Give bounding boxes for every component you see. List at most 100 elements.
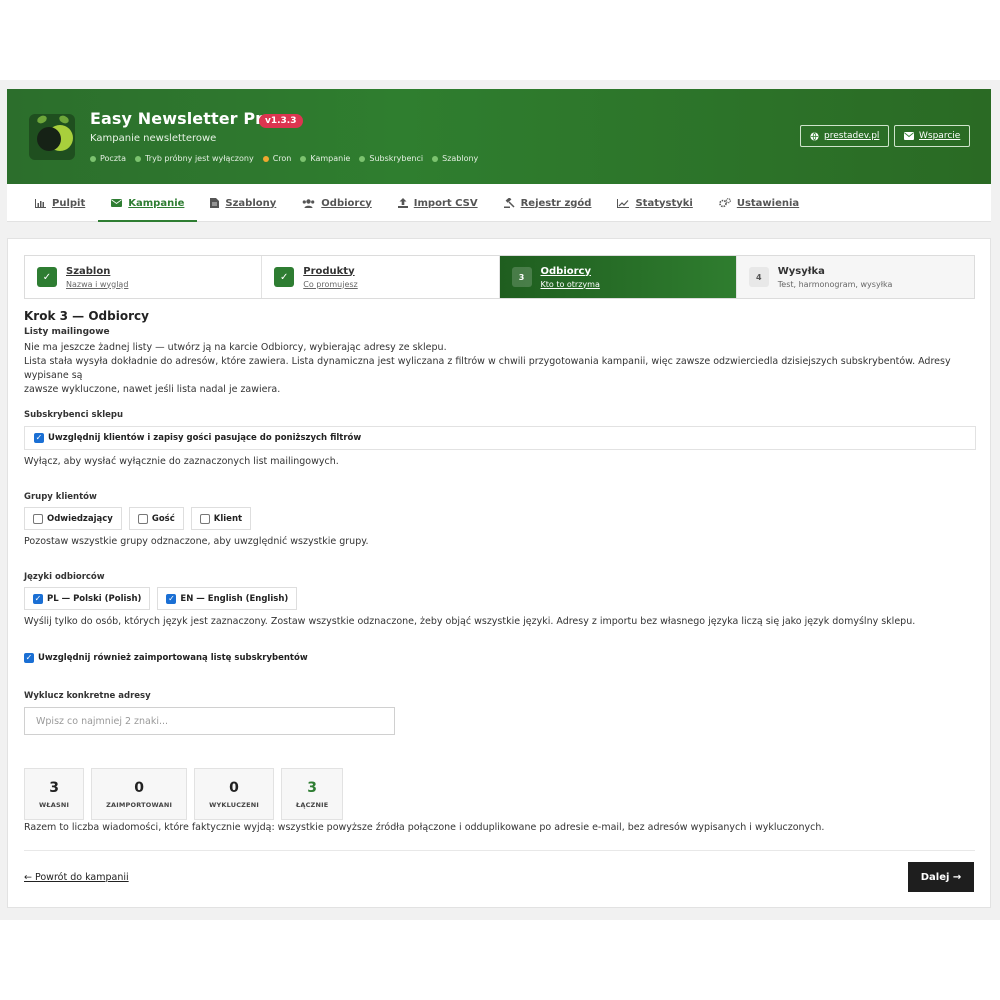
nav-item-ustawienia[interactable]: Ustawienia (706, 184, 812, 222)
step-subtitle: Co promujesz (303, 279, 358, 289)
stat-label: ŁĄCZNIE (295, 800, 329, 809)
wizard-stepper: ✓ Szablon Nazwa i wygląd ✓ Produkty Co p… (24, 255, 975, 299)
nav-item-kampanie[interactable]: Kampanie (98, 184, 198, 222)
globe-icon (810, 131, 819, 141)
recipient-stats: 3 WŁASNI 0 ZAIMPORTOWANI 0 WYKLUCZENI 3 … (24, 768, 976, 820)
shop-subscribers-hint: Wyłącz, aby wysłać wyłącznie do zaznaczo… (24, 456, 339, 467)
nav-label: Import CSV (413, 197, 478, 209)
status-item: Cron (262, 154, 292, 163)
checkbox-unchecked-icon (33, 513, 43, 524)
step-subtitle: Kto to otrzyma (540, 279, 600, 289)
checkbox-label: Klient (213, 513, 243, 524)
step-title: Szablon (66, 265, 111, 277)
stat-value: 0 (229, 779, 239, 796)
status-dot-icon (90, 155, 96, 162)
step-title: Odbiorcy (540, 265, 592, 277)
lists-intro: Nie ma jeszcze żadnej listy — utwórz ją … (24, 341, 976, 397)
step-content: Krok 3 — Odbiorcy Listy mailingowe Nie m… (24, 309, 976, 833)
status-item: Szablony (432, 154, 478, 163)
intro-line: Nie ma jeszcze żadnej listy — utwórz ją … (24, 342, 447, 353)
status-label: Kampanie (310, 154, 351, 163)
status-dot-icon (262, 155, 269, 162)
nav-item-import-csv[interactable]: Import CSV (385, 184, 491, 222)
support-label: Wsparcie (919, 131, 961, 141)
app-header: Easy Newsletter Pro v1.3.3 Kampanie news… (7, 89, 991, 184)
checkbox-unchecked-icon (137, 513, 148, 524)
stat-value: 3 (49, 779, 59, 796)
site-link-label: prestadev.pl (824, 131, 880, 141)
status-item: Subskrybenci (359, 154, 423, 163)
users-icon (302, 198, 315, 208)
nav-item-pulpit[interactable]: Pulpit (22, 184, 98, 222)
check-icon: ✓ (37, 267, 57, 287)
search-placeholder: Wpisz co najmniej 2 znaki... (36, 715, 169, 727)
languages-label: Języki odbiorców (24, 572, 105, 582)
exclude-search-input[interactable]: Wpisz co najmniej 2 znaki... (24, 707, 395, 735)
status-label: Poczta (100, 154, 127, 163)
language-checkbox-pl[interactable]: ✓ PL — Polski (Polish) (24, 587, 151, 610)
status-dot-icon (135, 155, 142, 162)
checkbox-checked-icon: ✓ (33, 593, 43, 604)
shop-subscribers-checkbox[interactable]: ✓ Uwzględnij klientów i zapisy gości pas… (24, 426, 976, 450)
main-nav: Pulpit Kampanie Szablony Odbiorcy Import… (7, 184, 991, 222)
languages-hint: Wyślij tylko do osób, których język jest… (24, 616, 916, 627)
step-szablon[interactable]: ✓ Szablon Nazwa i wygląd (25, 256, 263, 298)
lists-label: Listy mailingowe (24, 327, 110, 337)
checkbox-label: Gość (151, 513, 175, 524)
groups-hint: Pozostaw wszystkie grupy odznaczone, aby… (24, 536, 369, 547)
nav-item-szablony[interactable]: Szablony (197, 184, 289, 222)
status-label: Tryb próbny jest wyłączony (145, 154, 254, 163)
nav-item-rejestr-zgod[interactable]: Rejestr zgód (491, 184, 605, 222)
imported-list-checkbox[interactable]: ✓ Uwzględnij również zaimportowaną listę… (24, 653, 976, 663)
checkbox-label: Uwzględnij klientów i zapisy gości pasuj… (48, 433, 362, 443)
app-subtitle: Kampanie newsletterowe (90, 133, 217, 144)
group-checkbox-odwiedzajacy[interactable]: Odwiedzający (24, 507, 122, 530)
envelope-icon (111, 199, 123, 207)
status-dot-icon (300, 155, 307, 162)
status-indicators: Poczta Tryb próbny jest wyłączony Cron K… (90, 154, 478, 163)
stat-excluded: 0 WYKLUCZENI (194, 768, 274, 820)
status-label: Subskrybenci (369, 154, 424, 163)
back-to-campaigns-link[interactable]: ← Powrót do kampanii (24, 872, 129, 883)
nav-item-odbiorcy[interactable]: Odbiorcy (289, 184, 385, 222)
group-checkbox-gosc[interactable]: Gość (128, 507, 184, 530)
check-icon: ✓ (274, 267, 295, 287)
support-button[interactable]: Wsparcie (894, 125, 971, 147)
step-produkty[interactable]: ✓ Produkty Co promujesz (262, 256, 500, 298)
stat-value: 3 (307, 779, 318, 796)
step-number: 4 (748, 267, 769, 287)
stat-value: 0 (134, 779, 144, 796)
checkbox-checked-icon: ✓ (24, 653, 34, 663)
stat-label: WŁASNI (39, 800, 70, 809)
nav-label: Statystyki (635, 197, 693, 209)
group-checkbox-klient[interactable]: Klient (190, 507, 252, 530)
languages-options: ✓ PL — Polski (Polish) ✓ EN — English (E… (24, 587, 976, 610)
status-label: Cron (272, 154, 292, 163)
checkbox-checked-icon: ✓ (34, 433, 44, 443)
stat-label: ZAIMPORTOWANI (106, 800, 173, 809)
intro-line: zawsze wykluczone, nawet jeśli lista nad… (24, 384, 281, 395)
step-odbiorcy[interactable]: 3 Odbiorcy Kto to otrzyma (499, 256, 737, 298)
upload-icon (397, 198, 408, 208)
stat-label: WYKLUCZENI (209, 800, 259, 809)
version-badge: v1.3.3 (259, 114, 303, 128)
file-icon (210, 198, 220, 208)
checkbox-label: EN — English (English) (180, 593, 289, 604)
gavel-icon (503, 198, 515, 208)
nav-label: Ustawienia (736, 197, 800, 209)
status-dot-icon (432, 155, 439, 162)
status-item: Kampanie (300, 154, 350, 163)
nav-label: Odbiorcy (321, 197, 372, 209)
checkbox-checked-icon: ✓ (166, 593, 177, 604)
checkbox-label: Odwiedzający (47, 513, 113, 524)
checkbox-label: PL — Polski (Polish) (47, 593, 142, 604)
nav-item-statystyki[interactable]: Statystyki (604, 184, 705, 222)
shop-subscribers-label: Subskrybenci sklepu (24, 410, 124, 420)
next-button[interactable]: Dalej → (908, 862, 974, 892)
stat-own: 3 WŁASNI (24, 768, 85, 820)
nav-label: Rejestr zgód (520, 197, 592, 209)
language-checkbox-en[interactable]: ✓ EN — English (English) (157, 587, 298, 610)
groups-label: Grupy klientów (24, 492, 97, 502)
stats-note: Razem to liczba wiadomości, które faktyc… (24, 822, 825, 833)
site-link-button[interactable]: prestadev.pl (800, 125, 890, 147)
